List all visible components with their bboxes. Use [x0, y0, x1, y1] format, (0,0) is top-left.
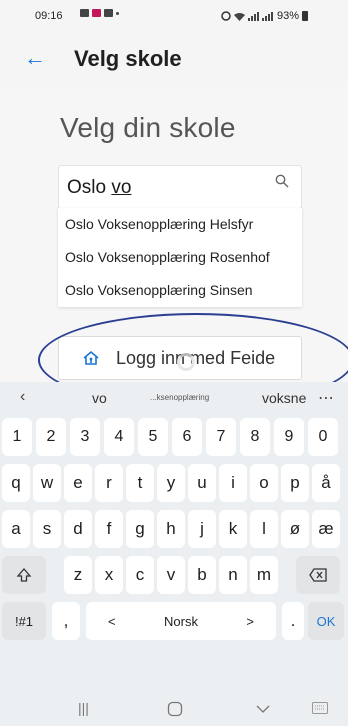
key[interactable]: o: [250, 464, 278, 502]
notification-icons: [80, 9, 119, 17]
app-bar: ← Velg skole: [0, 34, 348, 86]
key[interactable]: x: [95, 556, 123, 594]
app-notification-icon: [92, 9, 101, 17]
school-search-input[interactable]: Oslo vo: [58, 165, 302, 209]
key[interactable]: 7: [206, 418, 236, 456]
keyboard-suggestion[interactable]: vo: [92, 390, 107, 406]
search-query-composing: vo: [111, 177, 132, 198]
wifi-icon: [233, 12, 245, 21]
key[interactable]: g: [126, 510, 154, 548]
chevron-down-icon[interactable]: [256, 704, 270, 714]
search-icon[interactable]: [275, 174, 289, 188]
space-key[interactable]: < Norsk >: [86, 602, 276, 640]
key[interactable]: v: [157, 556, 185, 594]
key[interactable]: e: [64, 464, 92, 502]
key[interactable]: æ: [312, 510, 340, 548]
key[interactable]: 3: [70, 418, 100, 456]
key[interactable]: p: [281, 464, 309, 502]
keyboard-suggestion[interactable]: ...ksenopplæring: [150, 393, 209, 402]
status-time: 09:16: [35, 10, 63, 22]
back-arrow-icon[interactable]: ←: [24, 44, 46, 72]
home-icon[interactable]: [167, 701, 183, 717]
suggestion-list: Oslo Voksenopplæring Helsfyr Oslo Voksen…: [58, 208, 302, 307]
key[interactable]: w: [33, 464, 61, 502]
key[interactable]: 6: [172, 418, 202, 456]
key[interactable]: h: [157, 510, 185, 548]
language-prev: <: [108, 613, 116, 629]
system-nav-bar: |||: [0, 692, 348, 726]
search-query-prefix: Oslo: [67, 177, 112, 198]
key[interactable]: 5: [138, 418, 168, 456]
keyboard-suggestion-bar: ‹ vo ...ksenopplæring voksne ⋯: [0, 382, 348, 414]
signal-icon: [247, 11, 273, 21]
key[interactable]: i: [219, 464, 247, 502]
backspace-key[interactable]: [296, 556, 340, 594]
keyboard-suggestion[interactable]: voksne: [262, 390, 306, 406]
key[interactable]: 8: [240, 418, 270, 456]
page-title: Velg skole: [74, 46, 182, 71]
key[interactable]: c: [126, 556, 154, 594]
key[interactable]: d: [64, 510, 92, 548]
alarm-icon: [221, 11, 231, 21]
key[interactable]: u: [188, 464, 216, 502]
backspace-icon: [309, 568, 327, 582]
shift-icon: [16, 568, 32, 582]
gallery-icon: [80, 9, 89, 17]
recent-apps-icon[interactable]: |||: [78, 700, 89, 716]
chevron-left-icon[interactable]: ‹: [20, 388, 25, 406]
key[interactable]: j: [188, 510, 216, 548]
heading: Velg din skole: [60, 112, 236, 143]
language-label: Norsk: [164, 613, 198, 629]
keyboard-toggle-icon[interactable]: [312, 702, 328, 714]
shift-key[interactable]: [2, 556, 46, 594]
language-next: >: [246, 613, 254, 629]
key[interactable]: k: [219, 510, 247, 548]
key[interactable]: s: [33, 510, 61, 548]
more-icon[interactable]: ⋯: [318, 388, 334, 408]
key[interactable]: 0: [308, 418, 338, 456]
battery-percent: 93%: [276, 10, 299, 22]
more-notifications-icon: [116, 12, 119, 15]
suggestion-item[interactable]: Oslo Voksenopplæring Rosenhof: [58, 241, 302, 274]
key[interactable]: b: [188, 556, 216, 594]
status-bar: 09:16 93%: [0, 0, 348, 34]
mail-icon: [104, 9, 113, 17]
key[interactable]: n: [219, 556, 247, 594]
key[interactable]: f: [95, 510, 123, 548]
key[interactable]: m: [250, 556, 278, 594]
symbols-key[interactable]: !#1: [2, 602, 46, 640]
key[interactable]: q: [2, 464, 30, 502]
key[interactable]: a: [2, 510, 30, 548]
keyboard: ‹ vo ...ksenopplæring voksne ⋯ 1 2 3 4 5…: [0, 382, 348, 726]
key[interactable]: 4: [104, 418, 134, 456]
key[interactable]: l: [250, 510, 278, 548]
key[interactable]: 1: [2, 418, 32, 456]
status-right: 93%: [221, 10, 308, 22]
key[interactable]: r: [95, 464, 123, 502]
key[interactable]: 9: [274, 418, 304, 456]
key[interactable]: å: [312, 464, 340, 502]
suggestion-item[interactable]: Oslo Voksenopplæring Sinsen: [58, 274, 302, 307]
battery-icon: [302, 11, 308, 21]
key[interactable]: ø: [281, 510, 309, 548]
key[interactable]: y: [157, 464, 185, 502]
ok-key[interactable]: OK: [308, 602, 344, 640]
key[interactable]: 2: [36, 418, 66, 456]
search-query: Oslo vo: [67, 177, 131, 199]
key[interactable]: t: [126, 464, 154, 502]
period-key[interactable]: .: [282, 602, 304, 640]
suggestion-item[interactable]: Oslo Voksenopplæring Helsfyr: [58, 208, 302, 241]
key[interactable]: z: [64, 556, 92, 594]
comma-key[interactable]: ,: [52, 602, 80, 640]
